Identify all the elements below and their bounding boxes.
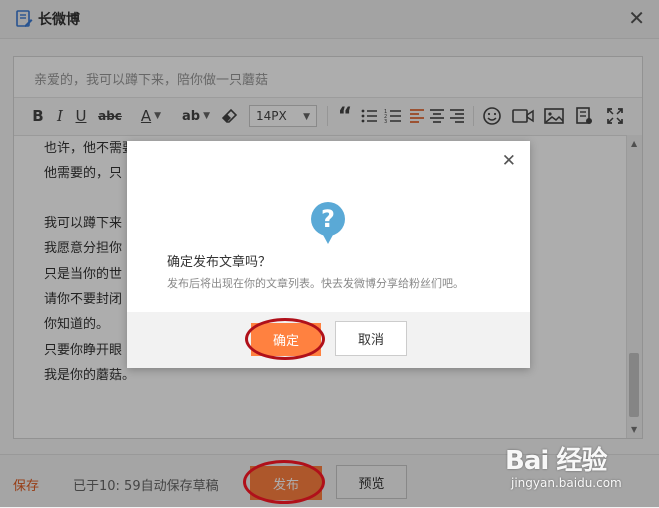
watermark-logo: Bai 经验 [505,446,607,476]
dialog-close-icon[interactable]: ✕ [502,151,516,171]
dialog-subtitle: 发布后将出现在你的文章列表。快去发微博分享给粉丝们吧。 [167,277,464,290]
confirm-cancel-button[interactable]: 取消 [335,321,407,356]
confirm-publish-dialog: ✕ ? 确定发布文章吗？ 发布后将出现在你的文章列表。快去发微博分享给粉丝们吧。… [127,141,530,368]
baidu-jingyan-watermark: Bai 经验 jingyan.baidu.com [505,438,645,498]
confirm-ok-button[interactable]: 确定 [251,323,321,356]
dialog-footer: 确定 取消 [127,312,530,368]
question-icon-glyph: ? [321,205,335,233]
watermark-url: jingyan.baidu.com [511,476,622,490]
dialog-title: 确定发布文章吗？ [167,255,272,270]
question-icon: ? [311,202,345,244]
